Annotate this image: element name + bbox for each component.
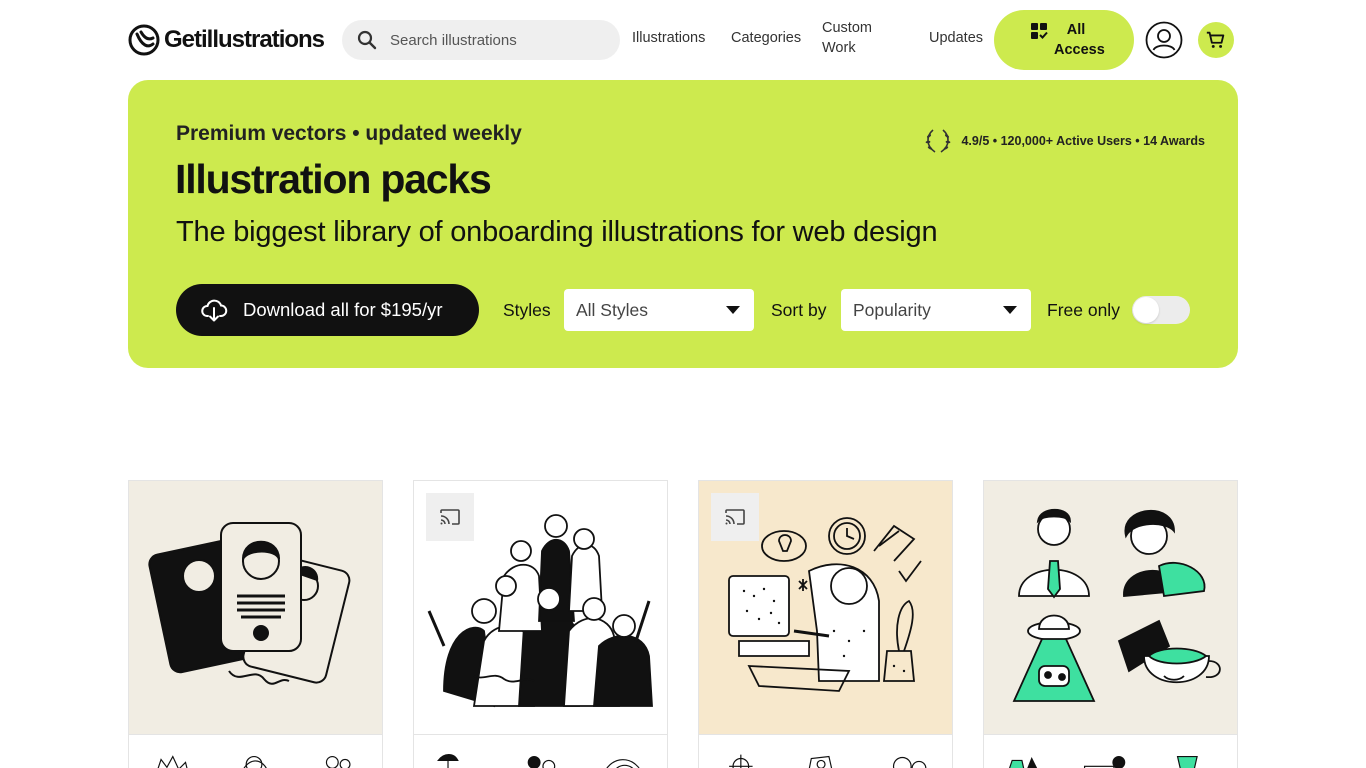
hero-subtitle: The biggest library of onboarding illust…: [176, 216, 938, 248]
toggle-knob: [1133, 297, 1159, 323]
search-icon[interactable]: [357, 30, 377, 50]
download-all-button[interactable]: Download all for $195/yr: [176, 284, 479, 336]
nav-categories[interactable]: Categories: [731, 28, 801, 48]
page-title: Illustration packs: [175, 156, 492, 202]
search-bar: [342, 20, 620, 60]
pack-preview-strip: [984, 734, 1237, 768]
cart-icon: [1206, 31, 1225, 48]
free-only-toggle[interactable]: [1132, 296, 1190, 324]
caret-down-icon: [1003, 306, 1017, 314]
cloud-download-icon: [201, 299, 228, 322]
pack-card[interactable]: [413, 480, 668, 768]
download-all-label: Download all for $195/yr: [243, 299, 443, 320]
account-button[interactable]: [1145, 21, 1183, 59]
pack-illustration-vignettes: [984, 481, 1237, 734]
logo-mark-icon: [128, 24, 160, 56]
user-icon: [1145, 21, 1183, 59]
pack-preview-strip: [414, 734, 667, 768]
laurel-icon: [926, 129, 951, 153]
all-access-button[interactable]: All Access: [994, 10, 1134, 70]
logo-text: Getillustrations: [164, 26, 325, 53]
styles-select-value: All Styles: [576, 299, 648, 320]
logo[interactable]: Getillustrations: [128, 24, 325, 56]
pack-preview-strip: [129, 734, 382, 768]
hero-eyebrow: Premium vectors • updated weekly: [176, 122, 522, 145]
sort-select-value: Popularity: [853, 299, 931, 320]
hero-banner: Premium vectors • updated weekly Illustr…: [128, 80, 1238, 368]
nav-updates[interactable]: Updates: [929, 28, 983, 48]
cast-icon: [725, 509, 745, 525]
free-only-label: Free only: [1047, 300, 1120, 320]
cart-button[interactable]: [1198, 22, 1234, 58]
styles-select[interactable]: All Styles: [564, 289, 754, 331]
styles-label: Styles: [503, 300, 551, 320]
pack-illustration-profiles: [129, 481, 382, 734]
rating-text: 4.9/5 • 120,000+ Active Users • 14 Award…: [961, 134, 1205, 148]
nav-custom-work[interactable]: Custom Work: [822, 18, 892, 58]
cast-badge[interactable]: [426, 493, 474, 541]
grid-check-icon: [1031, 23, 1048, 39]
nav-illustrations[interactable]: Illustrations: [632, 28, 705, 48]
pack-card[interactable]: [983, 480, 1238, 768]
caret-down-icon: [726, 306, 740, 314]
sort-select[interactable]: Popularity: [841, 289, 1031, 331]
pack-card[interactable]: [698, 480, 953, 768]
pack-grid: [128, 480, 1238, 768]
site-header: Getillustrations Illustrations Categorie…: [0, 0, 1366, 80]
search-input[interactable]: [390, 31, 610, 49]
sort-by-label: Sort by: [771, 300, 827, 320]
cast-icon: [440, 509, 460, 525]
all-access-label: All Access: [1054, 22, 1105, 58]
pack-preview-strip: [699, 734, 952, 768]
pack-card[interactable]: [128, 480, 383, 768]
cast-badge[interactable]: [711, 493, 759, 541]
rating-badge: 4.9/5 • 120,000+ Active Users • 14 Award…: [923, 126, 1205, 156]
